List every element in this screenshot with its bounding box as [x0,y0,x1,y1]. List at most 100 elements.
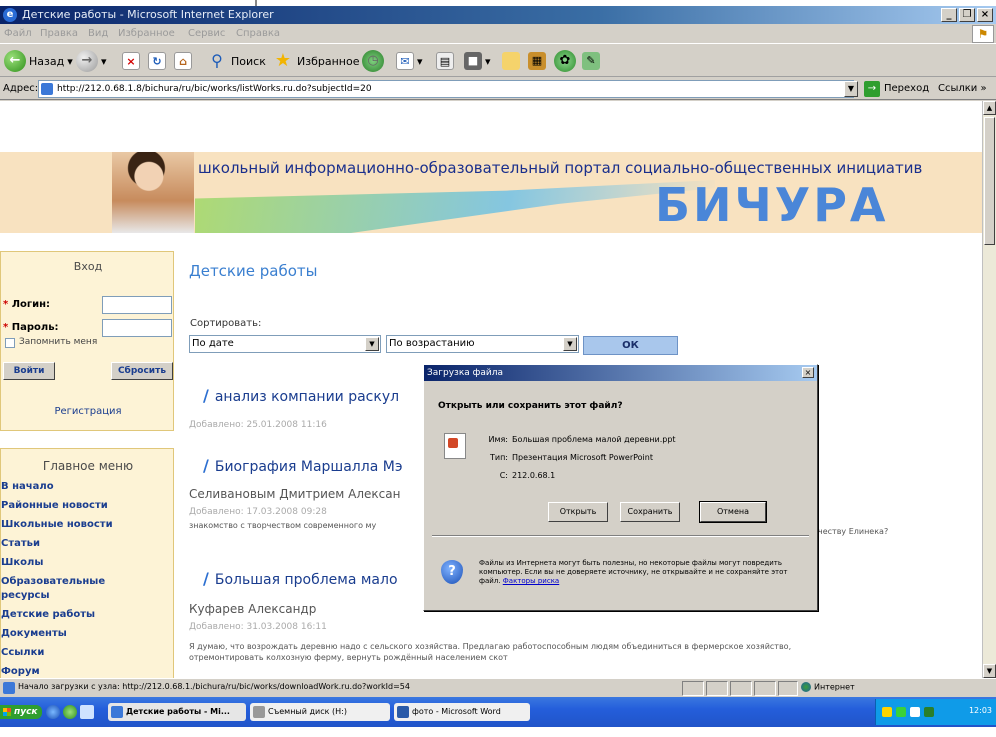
address-input[interactable]: http://212.0.68.1.8/bichura/ru/bic/works… [38,80,854,98]
menu-item-childrens-works[interactable]: Детские работы [1,609,95,620]
minimize-button[interactable]: _ [941,8,957,22]
scroll-up-icon[interactable]: ▲ [983,101,996,115]
edit-dropdown-icon: ▾ [485,54,491,68]
file-name-row: Имя: Большая проблема малой деревни.ppt [478,435,675,444]
file-download-dialog: Загрузка файла × Открыть или сохранить э… [423,364,818,611]
back-button[interactable]: ← Назад ▾ [4,49,73,73]
menu-item-resources[interactable]: ресурсы [1,590,50,601]
menu-item-home[interactable]: В начало [1,481,54,492]
window-titlebar[interactable]: e Детские работы - Microsoft Internet Ex… [0,6,996,24]
register-link[interactable]: Регистрация [1,406,175,417]
maximize-button[interactable]: ❐ [959,8,975,22]
article-title[interactable]: / Биография Маршалла Мэ [203,456,403,475]
menu-item-education[interactable]: Образовательные [1,576,105,587]
menu-tools[interactable]: Сервис [188,28,225,39]
back-dropdown-icon: ▾ [67,54,73,68]
search-label: Поиск [231,54,266,68]
links-button[interactable]: Ссылки » [938,83,987,94]
research-icon: ▦ [528,52,546,70]
research-button[interactable]: ▦ [528,49,546,73]
reset-button[interactable]: Сбросить [111,362,173,380]
search-button[interactable]: ⚲ Поиск [206,49,266,73]
tool-button[interactable]: ✎ [582,49,600,73]
task-ie[interactable]: Детские работы - Mi... [108,703,246,721]
remember-checkbox[interactable] [5,338,15,348]
ie-quicklaunch-icon[interactable] [46,705,60,719]
tray-icon[interactable] [896,707,906,717]
slash-icon: / [203,386,209,405]
sort-ok-button[interactable]: ОК [583,336,678,355]
article-title-text: Большая проблема мало [214,572,398,588]
stop-icon: × [122,52,140,70]
chevron-down-icon: ▼ [365,337,379,351]
article-title[interactable]: / анализ компании раскул [203,386,399,405]
menu-file[interactable]: Файл [4,28,32,39]
file-source-key: С: [499,471,508,480]
risk-link[interactable]: Факторы риска [503,577,559,585]
save-button[interactable]: Сохранить [620,502,680,522]
sort-order-value: По возрастанию [389,338,475,349]
site-logo[interactable]: БИЧУРА [655,178,889,232]
sort-field-select[interactable]: По дате ▼ [189,335,381,353]
dialog-close-button[interactable]: × [802,367,814,378]
folder-button[interactable] [502,49,520,73]
login-button[interactable]: Войти [3,362,55,380]
menu-view[interactable]: Вид [88,28,108,39]
start-button[interactable]: пуск [0,705,42,719]
menu-item-articles[interactable]: Статьи [1,538,40,549]
history-button[interactable]: ◷ [362,49,384,73]
address-dropdown-icon[interactable]: ▼ [844,81,858,97]
menu-item-forum[interactable]: Форум [1,666,40,677]
scroll-thumb[interactable] [984,117,995,245]
page-icon [41,83,53,95]
task-word[interactable]: фото - Microsoft Word [394,703,530,721]
menu-item-district-news[interactable]: Районные новости [1,500,108,511]
menu-item-links[interactable]: Ссылки [1,647,44,658]
menu-favorites[interactable]: Избранное [118,28,175,39]
go-button[interactable]: Переход [884,83,929,94]
media-quicklaunch-icon[interactable] [63,705,77,719]
cancel-button[interactable]: Отмена [699,501,767,523]
print-button[interactable]: ▤ [436,49,454,73]
status-text: Начало загрузки с узла: http://212.0.68.… [18,682,410,691]
tool-icon: ✎ [582,52,600,70]
desktop-quicklaunch-icon[interactable] [80,705,94,719]
mail-icon: ✉ [396,52,414,70]
scroll-down-icon[interactable]: ▼ [983,664,996,678]
refresh-button[interactable]: ↻ [148,49,166,73]
sort-order-select[interactable]: По возрастанию ▼ [386,335,579,353]
menu-item-documents[interactable]: Документы [1,628,67,639]
menu-help[interactable]: Справка [236,28,280,39]
task-removable-disk[interactable]: Съемный диск (H:) [250,703,390,721]
menu-edit[interactable]: Правка [40,28,78,39]
forward-button[interactable]: → ▾ [76,49,107,73]
article-date: Добавлено: 25.01.2008 11:16 [189,420,327,430]
powerpoint-file-icon [444,433,466,459]
clock[interactable]: 12:03 [969,706,992,715]
dialog-question: Открыть или сохранить этот файл? [438,401,623,411]
status-pane [778,681,798,696]
status-pane [706,681,728,696]
home-icon: ⌂ [174,52,192,70]
tray-icon[interactable] [882,707,892,717]
close-button[interactable]: × [977,8,993,22]
edit-button[interactable]: ■ ▾ [464,49,491,73]
password-input[interactable] [102,319,172,337]
tray-icon[interactable] [924,707,934,717]
open-button[interactable]: Открыть [548,502,608,522]
shield-icon: ? [441,560,463,584]
article-title[interactable]: / Большая проблема мало [203,569,398,588]
go-arrow-icon[interactable]: → [864,81,880,97]
messenger-button[interactable]: ✿ [554,49,576,73]
forward-arrow-icon: → [76,50,98,72]
menu-item-school-news[interactable]: Школьные новости [1,519,113,530]
mail-button[interactable]: ✉ ▾ [396,49,423,73]
stop-button[interactable]: × [122,49,140,73]
home-button[interactable]: ⌂ [174,49,192,73]
tray-icon[interactable] [910,707,920,717]
page-scrollbar[interactable]: ▲ ▼ [982,101,996,678]
login-input[interactable] [102,296,172,314]
favorites-button[interactable]: ★ Избранное [272,49,360,73]
menu-item-schools[interactable]: Школы [1,557,43,568]
security-zone: Интернет [801,682,855,692]
